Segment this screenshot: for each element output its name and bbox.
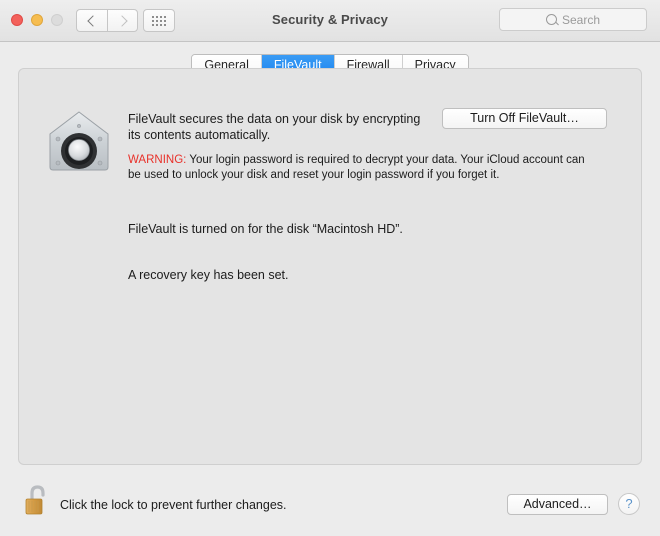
search-icon bbox=[545, 14, 557, 25]
window-titlebar: Security & Privacy Search bbox=[0, 0, 660, 42]
filevault-panel: FileVault secures the data on your disk … bbox=[18, 68, 642, 465]
search-placeholder: Search bbox=[561, 12, 601, 27]
lock-instruction-text: Click the lock to prevent further change… bbox=[60, 498, 287, 512]
warning-label: WARNING: bbox=[128, 154, 187, 166]
filevault-vault-icon bbox=[46, 109, 112, 173]
search-input[interactable]: Search bbox=[499, 8, 647, 31]
filevault-status-disk: FileVault is turned on for the disk “Mac… bbox=[128, 222, 403, 236]
security-privacy-window: Security & Privacy Search General FileVa… bbox=[0, 0, 660, 536]
filevault-warning: WARNING: Your login password is required… bbox=[128, 153, 593, 182]
help-button[interactable]: ? bbox=[618, 493, 640, 515]
warning-text: Your login password is required to decry… bbox=[128, 154, 585, 181]
unlocked-padlock-icon[interactable] bbox=[22, 483, 52, 519]
filevault-description: FileVault secures the data on your disk … bbox=[128, 112, 421, 142]
turn-off-filevault-button[interactable]: Turn Off FileVault… bbox=[442, 108, 607, 129]
filevault-status-recovery: A recovery key has been set. bbox=[128, 268, 289, 282]
advanced-button[interactable]: Advanced… bbox=[507, 494, 608, 515]
